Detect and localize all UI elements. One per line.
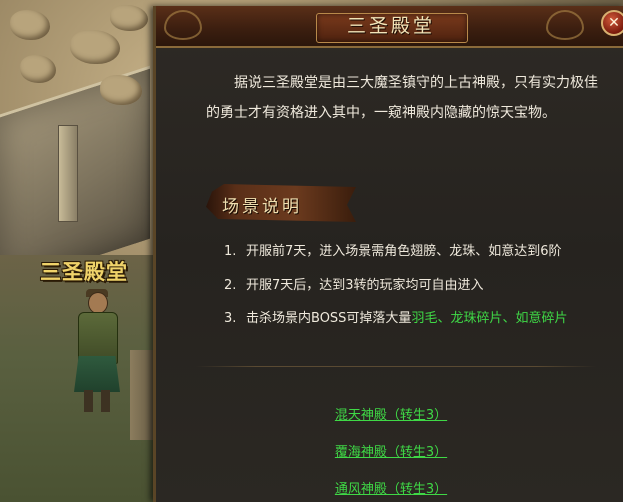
rule-highlight-text: 羽毛、龙珠碎片、如意碎片 [411,311,568,326]
rule-text: 击杀场景内BOSS可掉落大量 [246,311,412,326]
rule-item: 3. 击杀场景内BOSS可掉落大量羽毛、龙珠碎片、如意碎片 [224,307,567,326]
link-tongfeng-temple[interactable]: 通风神殿（转生3） [156,478,623,497]
npc-character[interactable] [66,289,128,417]
rubble-rock [70,30,120,64]
npc-leg [84,390,93,412]
rule-text: 开服7天后，达到3转的玩家均可自由进入 [246,278,484,293]
link-fuhai-temple[interactable]: 覆海神殿（转生3） [156,441,623,460]
rubble-rock [100,75,142,105]
rule-number: 3. [224,311,237,326]
rubble-rock [20,55,56,83]
divider [196,366,596,367]
link-huntian-temple[interactable]: 混天神殿（转生3） [156,404,623,423]
npc-leg [101,390,110,412]
npc-head [88,292,108,314]
npc-robe [74,356,120,392]
section-title: 场景说明 [222,197,302,217]
game-scene: 三圣殿堂 三圣殿堂 ✕ 据说三圣殿堂是由三大魔圣镇守的上古神殿，只有实力极佳的勇… [0,0,623,502]
scene-name-label: 三圣殿堂 [40,259,128,284]
rubble-rock [110,5,148,31]
rule-item: 2. 开服7天后，达到3转的玩家均可自由进入 [224,274,484,293]
panel-title: 三圣殿堂 [346,15,435,37]
stone-pillar [58,125,78,222]
panel-titlebar: 三圣殿堂 ✕ [156,6,623,48]
rubble-rock [10,10,50,40]
rule-text: 开服前7天，进入场景需角色翅膀、龙珠、如意达到6阶 [246,244,562,259]
rule-item: 1. 开服前7天，进入场景需角色翅膀、龙珠、如意达到6阶 [224,240,562,259]
intro-text: 据说三圣殿堂是由三大魔圣镇守的上古神殿，只有实力极佳的勇士才有资格进入其中，一窥… [206,75,598,121]
close-button[interactable]: ✕ [601,10,623,36]
rule-number: 1. [224,244,237,259]
close-icon[interactable]: ✕ [603,12,623,34]
rule-number: 2. [224,278,237,293]
dungeon-info-panel: 三圣殿堂 ✕ 据说三圣殿堂是由三大魔圣镇守的上古神殿，只有实力极佳的勇士才有资格… [153,6,623,502]
